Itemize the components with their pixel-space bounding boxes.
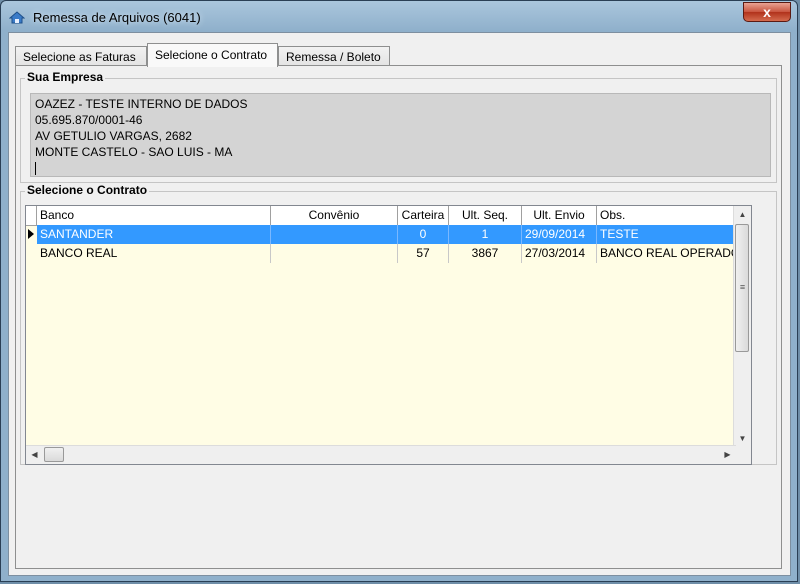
cell-banco: BANCO REAL — [37, 244, 271, 263]
indicator-header — [26, 206, 37, 225]
grip-icon: ≡ — [739, 282, 746, 292]
client-area: Selecione as Faturas Selecione o Contrat… — [8, 32, 791, 576]
company-groupbox: Sua Empresa OAZEZ - TESTE INTERNO DE DAD… — [20, 70, 777, 183]
cell-ult-seq: 1 — [449, 225, 522, 244]
company-name: OAZEZ - TESTE INTERNO DE DADOS — [35, 97, 248, 111]
cell-convenio — [271, 244, 398, 263]
scroll-up-button[interactable]: ▲ — [734, 206, 751, 223]
company-info-memo[interactable]: OAZEZ - TESTE INTERNO DE DADOS 05.695.87… — [30, 93, 771, 177]
cell-obs: TESTE — [600, 227, 639, 241]
close-button[interactable]: x — [743, 2, 791, 22]
scroll-corner — [734, 446, 751, 464]
horizontal-scrollbar[interactable]: ◀ ▶ — [26, 445, 736, 464]
cell-banco: SANTANDER — [37, 225, 271, 244]
cell-convenio — [271, 225, 398, 244]
main-window: Remessa de Arquivos (6041) x Selecione a… — [0, 0, 798, 582]
grid-header: Banco Convênio Carteira Ult. Seq. Ult. E… — [26, 206, 736, 226]
col-header-obs[interactable]: Obs. — [597, 206, 736, 225]
title-bar[interactable]: Remessa de Arquivos (6041) x — [1, 1, 797, 33]
contract-group-title: Selecione o Contrato — [25, 183, 150, 197]
tab-remessa-boleto[interactable]: Remessa / Boleto — [278, 46, 390, 66]
col-header-convenio[interactable]: Convênio — [271, 206, 398, 225]
contract-groupbox: Selecione o Contrato Banco Convênio Cart… — [20, 183, 777, 465]
cell-ult-envio: 27/03/2014 — [522, 244, 597, 263]
scroll-left-button[interactable]: ◀ — [26, 446, 43, 463]
row-pointer-icon — [28, 229, 34, 239]
table-row[interactable]: SANTANDER 0 1 29/09/2014 TESTE — [37, 225, 736, 244]
tab-selecione-faturas[interactable]: Selecione as Faturas — [15, 46, 147, 66]
company-group-title: Sua Empresa — [25, 70, 106, 84]
col-header-ult-seq[interactable]: Ult. Seq. — [449, 206, 522, 225]
company-cnpj: 05.695.870/0001-46 — [35, 113, 143, 127]
col-header-banco[interactable]: Banco — [37, 206, 271, 225]
cell-ult-seq: 3867 — [449, 244, 522, 263]
vertical-scrollbar[interactable]: ▲ ≡ ▼ — [733, 206, 751, 447]
tab-selecione-contrato[interactable]: Selecione o Contrato — [147, 43, 278, 67]
cell-carteira: 57 — [398, 244, 449, 263]
col-header-carteira[interactable]: Carteira — [398, 206, 449, 225]
col-header-ult-envio[interactable]: Ult. Envio — [522, 206, 597, 225]
text-caret — [35, 162, 36, 175]
cell-ult-envio: 29/09/2014 — [522, 225, 597, 244]
window-title: Remessa de Arquivos (6041) — [33, 10, 201, 25]
table-row[interactable]: BANCO REAL 57 3867 27/03/2014 BANCO REAL… — [37, 244, 736, 263]
cell-obs: BANCO REAL OPERADORA — [600, 246, 736, 260]
scroll-down-button[interactable]: ▼ — [734, 430, 751, 447]
company-address: AV GETULIO VARGAS, 2682 — [35, 129, 192, 143]
contract-grid[interactable]: Banco Convênio Carteira Ult. Seq. Ult. E… — [25, 205, 752, 465]
app-icon — [9, 11, 25, 24]
vertical-scroll-thumb[interactable]: ≡ — [735, 224, 749, 352]
company-city: MONTE CASTELO - SAO LUIS - MA — [35, 145, 233, 159]
cell-carteira: 0 — [398, 225, 449, 244]
tab-panel-contrato: Sua Empresa OAZEZ - TESTE INTERNO DE DAD… — [15, 65, 782, 569]
horizontal-scroll-thumb[interactable] — [44, 447, 64, 462]
